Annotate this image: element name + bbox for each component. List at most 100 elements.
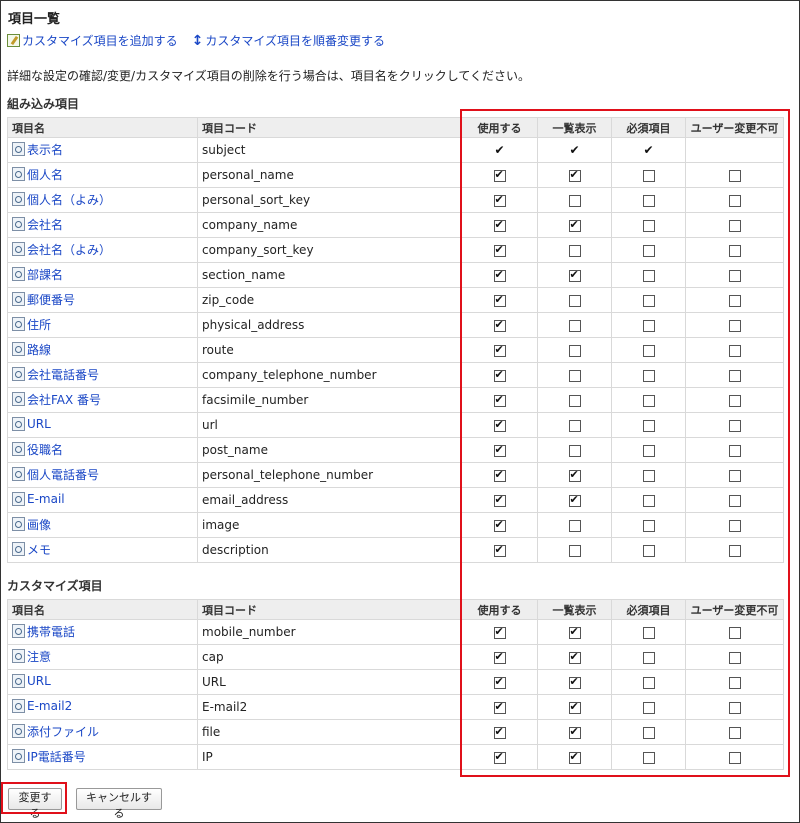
item-name-label: 表示名 bbox=[27, 142, 64, 157]
item-name-cell: 注意 bbox=[7, 644, 198, 670]
item-name-label: 会社FAX 番号 bbox=[27, 392, 102, 407]
item-name-link[interactable]: URL bbox=[12, 416, 51, 431]
item-name-link[interactable]: 個人名 bbox=[12, 166, 63, 183]
item-name-link[interactable]: 注意 bbox=[12, 648, 51, 665]
item-name-link[interactable]: 会社FAX 番号 bbox=[12, 391, 101, 408]
item-detail-icon bbox=[12, 192, 25, 207]
item-name-link[interactable]: 会社名 bbox=[12, 216, 63, 233]
item-name-cell: URL bbox=[7, 412, 198, 438]
builtin-section-title: 組み込み項目 bbox=[7, 97, 80, 111]
item-code-cell: route bbox=[197, 337, 462, 363]
page-title: 項目一覧 bbox=[8, 12, 61, 27]
item-name-label: 住所 bbox=[27, 317, 52, 332]
item-detail-icon bbox=[12, 267, 25, 282]
item-code-cell: E-mail2 bbox=[197, 694, 462, 720]
item-name-link[interactable]: 画像 bbox=[12, 516, 51, 533]
highlight-submit-button bbox=[1, 782, 67, 814]
item-name-cell: E-mail2 bbox=[7, 694, 198, 720]
item-name-label: IP電話番号 bbox=[27, 749, 86, 764]
item-name-cell: 郵便番号 bbox=[7, 287, 198, 313]
item-name-link[interactable]: 会社名（よみ） bbox=[12, 241, 111, 258]
item-name-cell: 個人名（よみ） bbox=[7, 187, 198, 213]
item-name-link[interactable]: E-mail2 bbox=[12, 698, 73, 713]
add-item-icon bbox=[7, 34, 20, 47]
item-code-cell: description bbox=[197, 537, 462, 563]
item-name-cell: 役職名 bbox=[7, 437, 198, 463]
item-name-link[interactable]: 個人電話番号 bbox=[12, 466, 99, 483]
item-name-cell: 添付ファイル bbox=[7, 719, 198, 745]
item-code-cell: physical_address bbox=[197, 312, 462, 338]
item-detail-icon bbox=[12, 342, 25, 357]
item-detail-icon bbox=[12, 517, 25, 532]
item-name-cell: 会社FAX 番号 bbox=[7, 387, 198, 413]
reorder-custom-items-link[interactable]: ↕ カスタマイズ項目を順番変更する bbox=[192, 32, 385, 49]
item-name-label: 郵便番号 bbox=[27, 292, 76, 307]
item-code-cell: facsimile_number bbox=[197, 387, 462, 413]
item-code-cell: cap bbox=[197, 644, 462, 670]
item-code-cell: post_name bbox=[197, 437, 462, 463]
item-name-link[interactable]: 添付ファイル bbox=[12, 723, 99, 740]
item-detail-icon bbox=[12, 649, 25, 664]
item-name-cell: 画像 bbox=[7, 512, 198, 538]
cancel-button[interactable]: キャンセルする bbox=[76, 788, 162, 820]
item-detail-icon bbox=[12, 142, 25, 157]
item-name-cell: 個人名 bbox=[7, 162, 198, 188]
item-name-label: E-mail bbox=[27, 491, 65, 506]
item-name-link[interactable]: 携帯電話 bbox=[12, 623, 75, 640]
item-name-label: 注意 bbox=[27, 649, 52, 664]
item-detail-icon bbox=[12, 392, 25, 407]
item-name-link[interactable]: URL bbox=[12, 673, 51, 688]
item-detail-icon bbox=[12, 367, 25, 382]
item-name-label: 個人電話番号 bbox=[27, 467, 100, 482]
item-name-link[interactable]: 路線 bbox=[12, 341, 51, 358]
item-name-label: 会社電話番号 bbox=[27, 367, 100, 382]
item-name-link[interactable]: 役職名 bbox=[12, 441, 63, 458]
item-name-link[interactable]: メモ bbox=[12, 541, 51, 558]
item-name-label: 個人名（よみ） bbox=[27, 192, 112, 207]
item-code-cell: email_address bbox=[197, 487, 462, 513]
item-code-cell: personal_name bbox=[197, 162, 462, 188]
item-code-cell: file bbox=[197, 719, 462, 745]
item-name-cell: URL bbox=[7, 669, 198, 695]
col-header-code: 項目コード bbox=[197, 117, 462, 138]
item-name-label: E-mail2 bbox=[27, 698, 73, 713]
col-header-name: 項目名 bbox=[7, 599, 198, 620]
item-code-cell: zip_code bbox=[197, 287, 462, 313]
item-detail-icon bbox=[12, 317, 25, 332]
item-name-link[interactable]: IP電話番号 bbox=[12, 748, 86, 765]
item-name-label: 会社名 bbox=[27, 217, 64, 232]
item-name-link[interactable]: E-mail bbox=[12, 491, 65, 506]
item-name-link[interactable]: 会社電話番号 bbox=[12, 366, 99, 383]
item-name-link[interactable]: 表示名 bbox=[12, 141, 63, 158]
custom-section-title: カスタマイズ項目 bbox=[7, 579, 103, 593]
item-code-cell: mobile_number bbox=[197, 619, 462, 645]
sort-icon: ↕ bbox=[191, 32, 204, 49]
item-code-cell: section_name bbox=[197, 262, 462, 288]
item-name-cell: 携帯電話 bbox=[7, 619, 198, 645]
item-code-cell: URL bbox=[197, 669, 462, 695]
item-name-label: URL bbox=[27, 416, 51, 431]
item-code-cell: company_name bbox=[197, 212, 462, 238]
add-custom-item-link[interactable]: カスタマイズ項目を追加する bbox=[7, 32, 178, 49]
item-detail-icon bbox=[12, 698, 25, 713]
item-name-cell: 会社名（よみ） bbox=[7, 237, 198, 263]
item-code-cell: image bbox=[197, 512, 462, 538]
item-name-cell: 会社名 bbox=[7, 212, 198, 238]
item-name-label: 会社名（よみ） bbox=[27, 242, 112, 257]
item-name-label: 添付ファイル bbox=[27, 724, 100, 739]
item-code-cell: company_telephone_number bbox=[197, 362, 462, 388]
item-name-label: 携帯電話 bbox=[27, 624, 76, 639]
item-name-link[interactable]: 個人名（よみ） bbox=[12, 191, 111, 208]
item-name-label: 役職名 bbox=[27, 442, 64, 457]
item-name-link[interactable]: 住所 bbox=[12, 316, 51, 333]
item-name-cell: 住所 bbox=[7, 312, 198, 338]
item-code-cell: subject bbox=[197, 137, 462, 163]
item-name-cell: 路線 bbox=[7, 337, 198, 363]
item-name-cell: E-mail bbox=[7, 487, 198, 513]
item-name-link[interactable]: 部課名 bbox=[12, 266, 63, 283]
item-name-link[interactable]: 郵便番号 bbox=[12, 291, 75, 308]
col-header-name: 項目名 bbox=[7, 117, 198, 138]
item-name-cell: 表示名 bbox=[7, 137, 198, 163]
item-detail-icon bbox=[12, 542, 25, 557]
item-name-cell: メモ bbox=[7, 537, 198, 563]
